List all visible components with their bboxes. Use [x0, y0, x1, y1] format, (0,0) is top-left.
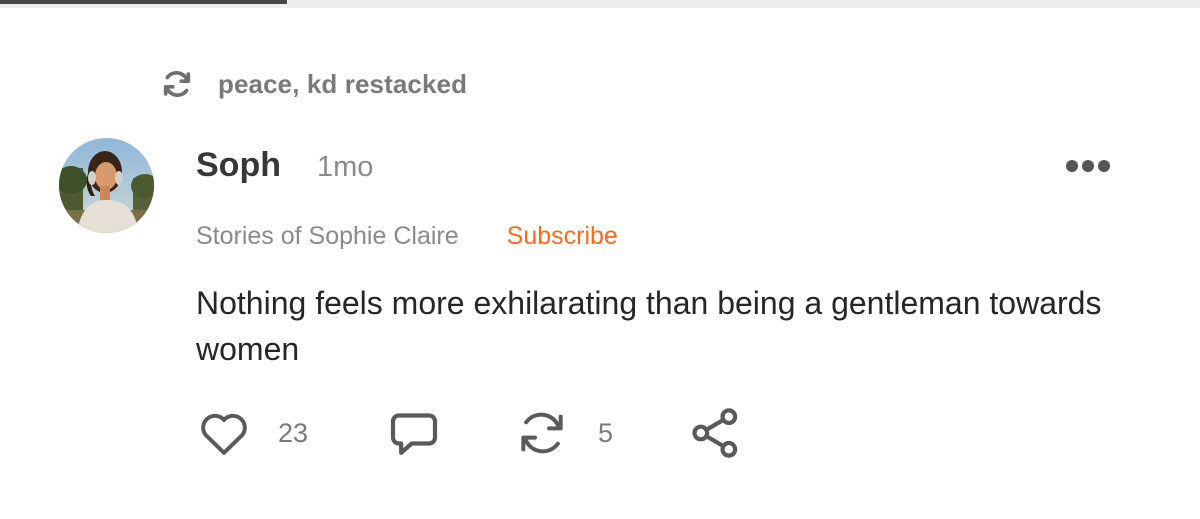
subscribe-button[interactable]: Subscribe — [507, 222, 618, 251]
avatar-photo — [59, 138, 154, 233]
post-body: Nothing feels more exhilarating than bei… — [196, 285, 1102, 367]
restack-icon — [163, 71, 191, 97]
more-icon — [1066, 160, 1110, 172]
post-meta: Soph 1mo — [196, 146, 373, 185]
publication-row: Stories of Sophie Claire Subscribe — [196, 222, 618, 251]
like-button[interactable]: 23 — [196, 405, 308, 461]
more-options-button[interactable] — [1060, 153, 1116, 179]
restack-header: peace, kd restacked — [160, 66, 467, 102]
comment-button[interactable] — [386, 405, 442, 461]
restack-button[interactable]: 5 — [514, 405, 613, 461]
top-progress-bar — [0, 0, 1200, 8]
heart-icon — [201, 413, 247, 455]
restack-icon — [521, 412, 563, 454]
restack-label: peace, kd restacked — [218, 68, 468, 99]
publication-name[interactable]: Stories of Sophie Claire — [196, 222, 459, 251]
share-icon — [692, 408, 738, 458]
post-time[interactable]: 1mo — [317, 151, 373, 184]
restack-count: 5 — [598, 417, 614, 448]
avatar[interactable] — [59, 138, 154, 233]
like-count: 23 — [278, 417, 309, 448]
share-button[interactable] — [686, 405, 746, 461]
comment-icon — [390, 413, 438, 455]
top-progress-fill — [0, 0, 287, 4]
author-name[interactable]: Soph — [196, 146, 281, 185]
